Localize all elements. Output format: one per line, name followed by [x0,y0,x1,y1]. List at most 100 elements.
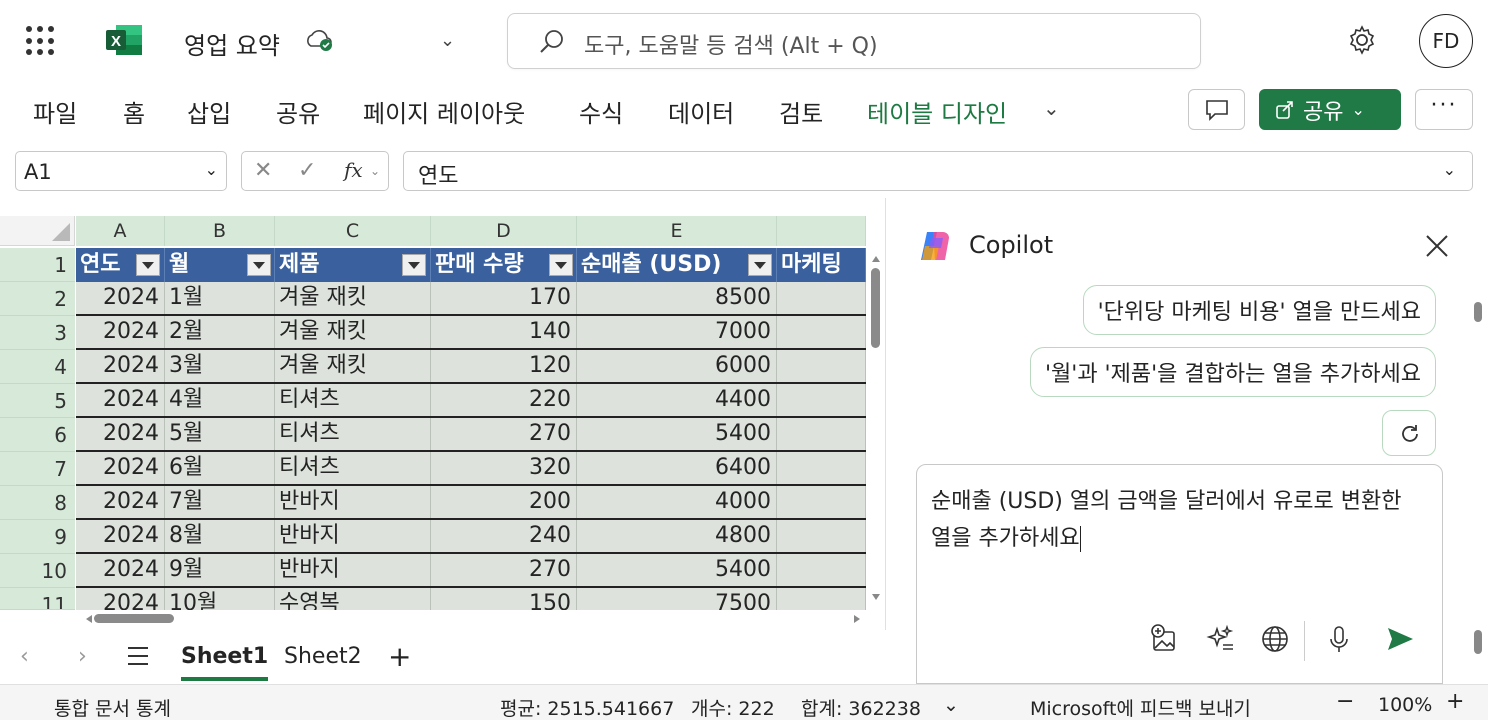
table-cell[interactable]: 7500 [577,588,777,610]
settings-gear-icon[interactable] [1346,24,1378,56]
table-cell[interactable]: 티셔츠 [275,452,431,484]
sheet-tab-sheet1[interactable]: Sheet1 [181,644,269,681]
next-sheet-icon[interactable]: › [78,644,87,669]
table-cell[interactable] [777,520,866,552]
table-cell[interactable]: 6400 [577,452,777,484]
vertical-scroll-thumb[interactable] [871,268,880,348]
table-cell[interactable]: 티셔츠 [275,384,431,416]
fx-chevron-icon[interactable]: ⌄ [370,164,380,178]
status-chevron-icon[interactable]: ⌄ [943,694,959,716]
feedback-link[interactable]: Microsoft에 피드백 보내기 [1030,694,1251,720]
refresh-button[interactable] [1382,410,1436,456]
send-icon[interactable] [1384,623,1416,655]
table-cell[interactable]: 수영복 [275,588,431,610]
table-cell[interactable]: 2024 [76,588,165,610]
table-cell[interactable] [777,350,866,382]
ribbon-more-chevron-icon[interactable]: ⌄ [1043,96,1060,120]
table-cell[interactable]: 반바지 [275,520,431,552]
copilot-scroll-thumb-lower[interactable] [1474,630,1482,654]
table-cell[interactable]: 2월 [165,316,275,348]
comments-button[interactable] [1188,89,1245,130]
table-cell[interactable]: 8500 [577,282,777,314]
zoom-out-icon[interactable]: − [1336,689,1354,714]
all-sheets-menu-icon[interactable] [128,647,148,671]
composer-input[interactable]: 순매출 (USD) 열의 금액을 달러에서 유로로 변환한 열을 추가하세요 [931,483,1421,557]
row-header[interactable]: 8 [0,486,75,520]
prompt-sparkle-icon[interactable] [1205,623,1237,655]
app-launcher-icon[interactable] [26,26,56,56]
table-cell[interactable]: 270 [431,418,577,450]
table-cell[interactable]: 9월 [165,554,275,586]
column-header-c[interactable]: C [275,216,431,246]
filter-dropdown-icon[interactable] [136,254,160,276]
table-cell[interactable] [777,316,866,348]
table-cell[interactable]: 8월 [165,520,275,552]
more-options-button[interactable]: ··· [1415,89,1473,130]
title-chevron-down-icon[interactable]: ⌄ [440,30,455,51]
table-cell[interactable] [777,384,866,416]
filter-dropdown-icon[interactable] [247,254,271,276]
row-header[interactable]: 5 [0,384,75,418]
tab-table-design[interactable]: 테이블 디자인 [867,94,1007,129]
tab-home[interactable]: 홈 [123,94,145,129]
table-cell[interactable]: 겨울 재킷 [275,282,431,314]
table-cell[interactable]: 5400 [577,554,777,586]
table-cell[interactable] [777,282,866,314]
row-header[interactable]: 6 [0,418,75,452]
tab-data[interactable]: 데이터 [668,94,734,129]
copilot-composer[interactable]: 순매출 (USD) 열의 금액을 달러에서 유로로 변환한 열을 추가하세요 [916,464,1443,684]
row-header[interactable]: 9 [0,520,75,554]
user-avatar[interactable]: FD [1419,14,1473,68]
table-cell[interactable]: 7000 [577,316,777,348]
close-icon[interactable] [1423,232,1451,260]
select-all-corner[interactable] [0,216,75,246]
workbook-statistics[interactable]: 통합 문서 통계 [54,694,171,720]
prev-sheet-icon[interactable]: ‹ [20,644,29,669]
header-cell-marketing[interactable]: 마케팅 [777,248,866,282]
table-cell[interactable]: 4월 [165,384,275,416]
tab-review[interactable]: 검토 [779,94,823,129]
table-cell[interactable]: 겨울 재킷 [275,316,431,348]
row-header[interactable]: 2 [0,282,75,316]
table-cell[interactable]: 4400 [577,384,777,416]
table-cell[interactable]: 4000 [577,486,777,518]
table-cell[interactable]: 150 [431,588,577,610]
table-cell[interactable] [777,452,866,484]
table-cell[interactable]: 반바지 [275,554,431,586]
table-cell[interactable]: 6월 [165,452,275,484]
table-cell[interactable]: 겨울 재킷 [275,350,431,382]
microphone-icon[interactable] [1323,623,1355,655]
table-cell[interactable]: 3월 [165,350,275,382]
filter-dropdown-icon[interactable] [549,254,573,276]
table-cell[interactable]: 2024 [76,452,165,484]
table-cell[interactable]: 240 [431,520,577,552]
copilot-scroll-thumb[interactable] [1474,302,1482,322]
column-header-a[interactable]: A [76,216,165,246]
insert-function-icon[interactable]: fx [344,158,363,182]
name-box[interactable]: A1 ⌄ [15,151,227,191]
row-header[interactable]: 7 [0,452,75,486]
table-cell[interactable]: 6000 [577,350,777,382]
row-header[interactable]: 1 [0,248,75,282]
table-cell[interactable]: 10월 [165,588,275,610]
column-header-e[interactable]: E [577,216,777,246]
tab-file[interactable]: 파일 [33,94,77,129]
table-cell[interactable]: 7월 [165,486,275,518]
row-header[interactable]: 4 [0,350,75,384]
document-title[interactable]: 영업 요약 [184,26,280,61]
table-cell[interactable]: 2024 [76,418,165,450]
table-cell[interactable]: 270 [431,554,577,586]
add-sheet-icon[interactable]: + [388,640,411,673]
tab-share[interactable]: 공유 [276,94,320,129]
table-cell[interactable]: 1월 [165,282,275,314]
table-cell[interactable]: 320 [431,452,577,484]
table-cell[interactable]: 2024 [76,384,165,416]
column-header-d[interactable]: D [431,216,577,246]
column-header-f[interactable] [777,216,866,246]
header-cell-net-sales[interactable]: 순매출 (USD) [577,248,777,282]
table-cell[interactable]: 2024 [76,520,165,552]
table-cell[interactable] [777,554,866,586]
add-image-icon[interactable] [1149,623,1181,655]
tab-insert[interactable]: 삽입 [187,94,231,129]
confirm-icon[interactable]: ✓ [298,158,316,183]
